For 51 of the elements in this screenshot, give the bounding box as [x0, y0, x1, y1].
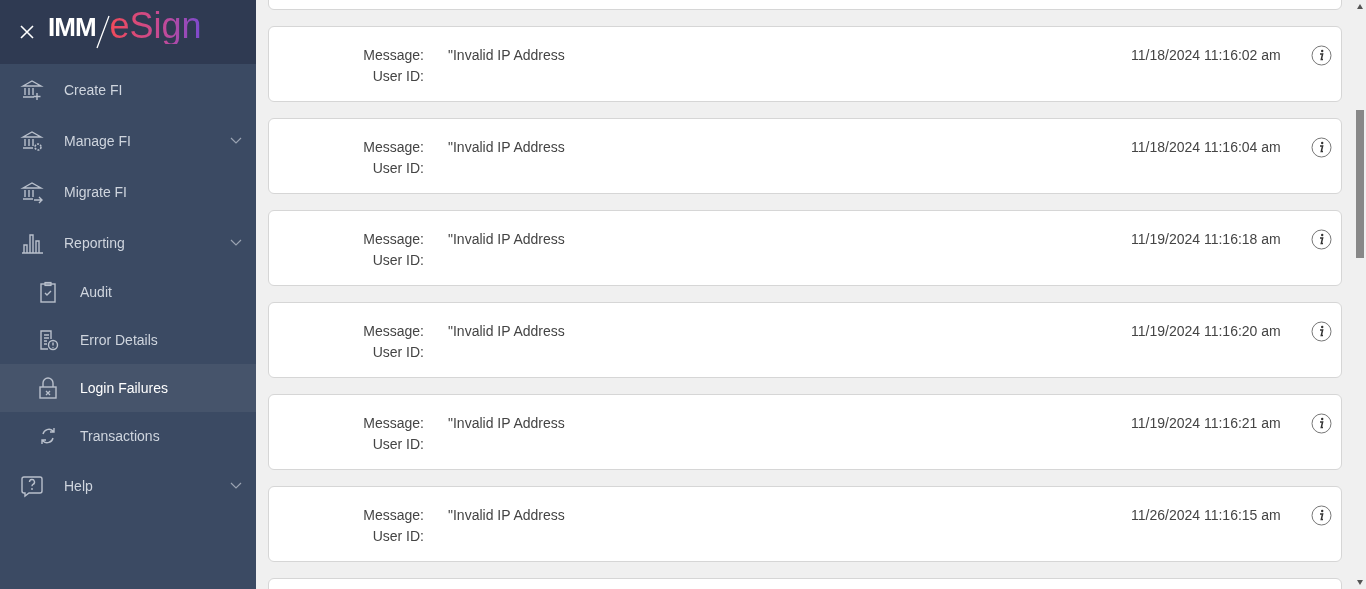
sidebar-icon: [36, 376, 60, 400]
field-label: User ID:: [371, 343, 424, 362]
close-icon[interactable]: [18, 23, 36, 41]
scrollbar-thumb[interactable]: [1356, 110, 1364, 258]
timestamp: 11/18/2024 11:16:04 am: [1131, 138, 1282, 157]
field-label: User ID:: [371, 159, 424, 178]
sidebar-item[interactable]: Manage FI: [0, 115, 256, 166]
scroll-down-icon[interactable]: [1357, 580, 1363, 585]
chevron-down-icon[interactable]: [230, 481, 242, 490]
field-label: User ID:: [371, 251, 424, 270]
info-icon[interactable]: [1310, 413, 1332, 434]
info-icon[interactable]: [1310, 137, 1332, 158]
field-label: Message:: [362, 322, 424, 341]
sidebar-item[interactable]: Transactions: [0, 412, 256, 460]
field-label: Message:: [362, 138, 424, 157]
timestamp: 11/26/2024 11:16:15 am: [1131, 506, 1282, 525]
sidebar-item[interactable]: Create FI: [0, 64, 256, 115]
field-label: Message:: [362, 506, 424, 525]
field-label: User ID:: [371, 67, 424, 86]
scroll-up-icon[interactable]: [1357, 4, 1363, 9]
sidebar-item[interactable]: Error Details: [0, 316, 256, 364]
chevron-down-icon[interactable]: [230, 238, 242, 247]
sidebar-icon: [20, 473, 44, 498]
timestamp: 11/18/2024 11:16:02 am: [1131, 46, 1282, 65]
sidebar-icon: [20, 128, 44, 153]
message-value: "Invalid IP Address: [448, 322, 566, 341]
info-icon[interactable]: [1310, 321, 1332, 342]
message-value: "Invalid IP Address: [448, 506, 566, 525]
field-label: Message:: [362, 46, 424, 65]
info-icon[interactable]: [1310, 229, 1332, 250]
sidebar-item[interactable]: Reporting: [0, 217, 256, 268]
sidebar-item[interactable]: Help: [0, 460, 256, 511]
info-icon[interactable]: [1310, 45, 1332, 66]
sidebar-item[interactable]: Login Failures: [0, 364, 256, 412]
timestamp: 11/19/2024 11:16:21 am: [1131, 414, 1282, 433]
field-label: Message:: [362, 230, 424, 249]
sidebar-item[interactable]: Audit: [0, 268, 256, 316]
message-value: "Invalid IP Address: [448, 138, 566, 157]
message-value: "Invalid IP Address: [448, 230, 566, 249]
timestamp: 11/19/2024 11:16:20 am: [1131, 322, 1282, 341]
sidebar-icon: [20, 77, 44, 102]
sidebar-item[interactable]: Migrate FI: [0, 166, 256, 217]
timestamp: 11/19/2024 11:16:18 am: [1131, 230, 1282, 249]
message-value: "Invalid IP Address: [448, 46, 566, 65]
field-label: User ID:: [371, 435, 424, 454]
field-label: Message:: [362, 414, 424, 433]
chevron-down-icon[interactable]: [230, 136, 242, 145]
info-icon[interactable]: [1310, 505, 1332, 526]
sidebar-icon: [20, 179, 44, 204]
message-value: "Invalid IP Address: [448, 414, 566, 433]
field-label: User ID:: [371, 527, 424, 546]
